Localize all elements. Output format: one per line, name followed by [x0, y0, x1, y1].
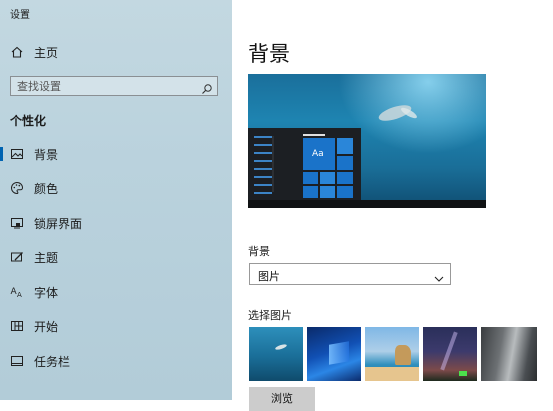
- main-content: 背景 Aa 背景 图片 选择图片 浏览: [232, 0, 553, 411]
- sidebar-item-start[interactable]: 开始: [0, 311, 232, 341]
- picture-thumbnail[interactable]: [423, 327, 477, 381]
- search-box[interactable]: [10, 76, 218, 96]
- taskbar-preview: [248, 200, 486, 208]
- image-icon: [10, 147, 24, 161]
- picture-thumbnail[interactable]: [365, 327, 419, 381]
- sidebar-item-fonts[interactable]: AA 字体: [0, 277, 232, 307]
- sidebar-item-home[interactable]: 主页: [0, 37, 232, 67]
- sidebar-item-background[interactable]: 背景: [0, 139, 232, 169]
- taskbar-icon: [10, 354, 24, 368]
- chevron-down-icon: [434, 269, 444, 282]
- sidebar-item-lock-screen[interactable]: 锁屏界面: [0, 208, 232, 238]
- picture-thumbnail[interactable]: [307, 327, 361, 381]
- sidebar-item-taskbar[interactable]: 任务栏: [0, 346, 232, 376]
- page-title: 背景: [248, 42, 290, 66]
- palette-icon: [10, 181, 24, 195]
- app-title: 设置: [10, 10, 30, 21]
- sidebar-item-label: 任务栏: [34, 354, 71, 369]
- dropdown-value: 图片: [258, 270, 280, 283]
- preview-tile: Aa: [303, 138, 335, 170]
- browse-button[interactable]: 浏览: [249, 387, 315, 411]
- choose-picture-label: 选择图片: [248, 309, 292, 322]
- section-title: 个性化: [10, 114, 47, 128]
- sidebar-item-colors[interactable]: 颜色: [0, 173, 232, 203]
- sidebar-item-themes[interactable]: 主题: [0, 242, 232, 272]
- preview-tile-text: Aa: [312, 149, 324, 159]
- sidebar: 设置 主页 个性化 背景 颜色 锁屏界面 主题: [0, 0, 232, 400]
- lock-screen-icon: [10, 216, 24, 230]
- desktop-preview: Aa: [248, 74, 486, 208]
- home-icon: [10, 45, 24, 59]
- picture-thumbnail[interactable]: [249, 327, 303, 381]
- sidebar-item-label: 颜色: [34, 181, 59, 196]
- sidebar-item-label: 背景: [34, 147, 59, 162]
- sidebar-item-label: 字体: [34, 285, 59, 300]
- theme-icon: [10, 250, 24, 264]
- background-label: 背景: [248, 245, 270, 258]
- search-input[interactable]: [17, 79, 197, 93]
- svg-text:A: A: [17, 291, 22, 299]
- background-type-dropdown[interactable]: 图片: [249, 263, 451, 285]
- sidebar-item-label: 主页: [34, 45, 59, 60]
- start-icon: [10, 319, 24, 333]
- search-icon[interactable]: [201, 80, 213, 94]
- sidebar-item-label: 锁屏界面: [34, 216, 83, 231]
- font-icon: AA: [10, 285, 24, 299]
- sidebar-item-label: 主题: [34, 250, 59, 265]
- picture-thumbnail[interactable]: [481, 327, 537, 381]
- sidebar-item-label: 开始: [34, 319, 59, 334]
